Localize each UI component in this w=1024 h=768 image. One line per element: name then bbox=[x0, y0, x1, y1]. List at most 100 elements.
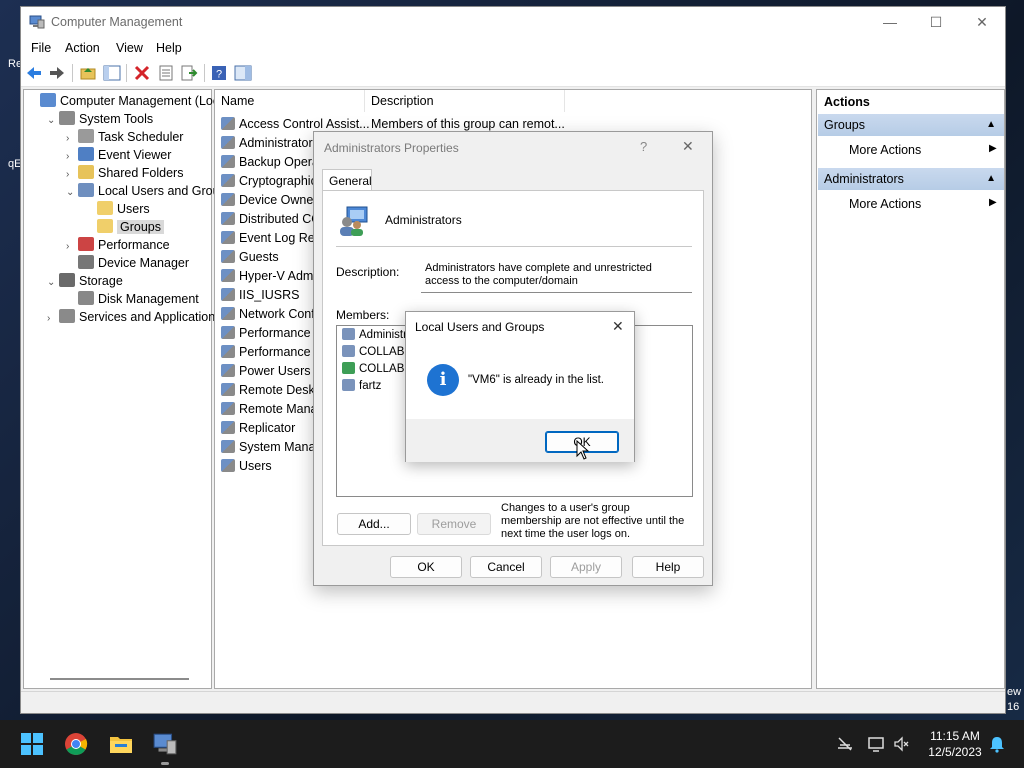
column-header-name[interactable]: Name bbox=[215, 90, 365, 112]
group-list-item[interactable]: Remote Manag bbox=[221, 400, 324, 419]
group-list-item[interactable]: System Manag bbox=[221, 438, 322, 457]
tree-item[interactable]: › Task Scheduler bbox=[66, 128, 183, 146]
group-name-cell: Performance L bbox=[239, 326, 321, 340]
group-name-cell: Cryptographic bbox=[239, 174, 317, 188]
tree-item[interactable]: Device Manager bbox=[66, 254, 189, 272]
group-list-item[interactable]: Replicator bbox=[221, 419, 295, 438]
tree-item[interactable]: Disk Management bbox=[66, 290, 199, 308]
tree-item-label: System Tools bbox=[79, 112, 154, 126]
group-list-item[interactable]: IIS_IUSRS bbox=[221, 286, 299, 305]
network-disconnected-icon[interactable] bbox=[836, 735, 854, 753]
tree-item[interactable]: ⌄ Local Users and Groups bbox=[66, 182, 233, 200]
expand-arrow-icon[interactable]: ⌄ bbox=[47, 274, 59, 292]
collapse-icon[interactable]: ▲ bbox=[986, 114, 996, 136]
separator-line bbox=[336, 246, 692, 247]
group-list-item[interactable]: Device Owners bbox=[221, 191, 324, 210]
group-list-item[interactable]: Hyper-V Admi bbox=[221, 267, 316, 286]
member-item[interactable]: COLLABN bbox=[342, 362, 413, 375]
computer-management-taskbar-icon[interactable] bbox=[152, 731, 178, 757]
taskbar: 11:15 AM 12/5/2023 bbox=[0, 720, 1024, 768]
export-list-icon[interactable] bbox=[180, 64, 198, 82]
expand-arrow-icon[interactable]: ⌄ bbox=[66, 184, 78, 202]
add-member-button[interactable]: Add... bbox=[337, 513, 411, 535]
group-list-item[interactable]: Cryptographic bbox=[221, 172, 317, 191]
group-list-item[interactable]: Performance M bbox=[221, 343, 324, 362]
tree-horizontal-scrollbar[interactable] bbox=[50, 678, 189, 680]
actions-header: Actions bbox=[818, 91, 1004, 113]
tools-icon bbox=[59, 111, 75, 125]
more-actions-administrators[interactable]: More Actions bbox=[849, 197, 921, 211]
windows-start-icon[interactable] bbox=[20, 732, 44, 756]
member-item[interactable]: fartz bbox=[342, 379, 381, 392]
group-list-item[interactable]: Event Log Rea bbox=[221, 229, 322, 248]
back-icon[interactable] bbox=[25, 64, 43, 82]
member-item[interactable]: Administra bbox=[342, 328, 413, 341]
menu-action[interactable]: Action bbox=[65, 41, 100, 55]
cancel-button[interactable]: Cancel bbox=[470, 556, 542, 578]
maximize-button[interactable]: ☐ bbox=[925, 11, 947, 33]
dialog-help-button[interactable]: ? bbox=[640, 139, 647, 154]
apply-button[interactable]: Apply bbox=[550, 556, 622, 578]
up-folder-icon[interactable] bbox=[79, 64, 97, 82]
tree-item-label: Performance bbox=[98, 238, 170, 252]
tree-item[interactable]: Computer Management (Local bbox=[28, 92, 229, 110]
help-button[interactable]: Help bbox=[632, 556, 704, 578]
group-list-item[interactable]: Remote Deskto bbox=[221, 381, 325, 400]
member-item[interactable]: COLLABN bbox=[342, 345, 413, 358]
disk-icon bbox=[78, 291, 94, 305]
group-name-cell: Users bbox=[239, 459, 272, 473]
tab-general[interactable]: General bbox=[322, 169, 372, 191]
actions-section-groups[interactable]: Groups ▲ bbox=[818, 114, 1004, 136]
forward-icon[interactable] bbox=[48, 64, 66, 82]
group-list-item[interactable]: Performance L bbox=[221, 324, 321, 343]
column-header-description[interactable]: Description bbox=[365, 90, 565, 112]
collapse-icon[interactable]: ▲ bbox=[986, 168, 996, 190]
minimize-button[interactable]: — bbox=[879, 11, 901, 33]
volume-muted-icon[interactable] bbox=[893, 735, 911, 753]
menu-view[interactable]: View bbox=[116, 41, 143, 55]
tree-item[interactable]: › Services and Applications bbox=[47, 308, 221, 326]
tree-item[interactable]: Users bbox=[85, 200, 150, 218]
group-list-item[interactable]: Power Users bbox=[221, 362, 311, 381]
file-explorer-icon[interactable] bbox=[108, 732, 134, 756]
description-field[interactable]: Administrators have complete and unrestr… bbox=[421, 259, 692, 293]
tree-item[interactable]: › Shared Folders bbox=[66, 164, 183, 182]
expand-arrow-icon[interactable]: ⌄ bbox=[47, 112, 59, 130]
notifications-bell-icon[interactable] bbox=[988, 735, 1006, 753]
tree-item[interactable]: ⌄ Storage bbox=[47, 272, 123, 290]
local-users-and-groups-message-box: Local Users and Groups ✕ i "VM6" is alre… bbox=[405, 311, 635, 462]
show-hide-tree-icon[interactable] bbox=[103, 64, 121, 82]
title-bar[interactable]: Computer Management — ☐ ✕ bbox=[21, 7, 1005, 37]
chrome-icon[interactable] bbox=[64, 732, 88, 756]
group-icon bbox=[221, 459, 235, 472]
collapse-arrow-icon[interactable]: › bbox=[47, 310, 59, 328]
help-icon[interactable]: ? bbox=[210, 64, 228, 82]
show-hide-action-pane-icon[interactable] bbox=[234, 64, 252, 82]
delete-icon[interactable] bbox=[133, 64, 151, 82]
menu-file[interactable]: File bbox=[31, 41, 51, 55]
tree-item[interactable]: › Event Viewer bbox=[66, 146, 171, 164]
tree-item[interactable]: › Performance bbox=[66, 236, 170, 254]
group-list-item[interactable]: Guests bbox=[221, 248, 279, 267]
group-list-item[interactable]: Users bbox=[221, 457, 272, 476]
clock[interactable]: 11:15 AM 12/5/2023 bbox=[918, 728, 992, 760]
actions-section-administrators[interactable]: Administrators ▲ bbox=[818, 168, 1004, 190]
close-button[interactable]: ✕ bbox=[971, 11, 993, 33]
dialog-close-button[interactable]: ✕ bbox=[682, 138, 694, 155]
window-title: Computer Management bbox=[51, 15, 183, 29]
group-name-cell: Administrators bbox=[239, 136, 319, 150]
group-list-item[interactable]: Administrators bbox=[221, 134, 319, 153]
tree-item[interactable]: Groups bbox=[85, 218, 164, 236]
properties-icon[interactable] bbox=[157, 64, 175, 82]
more-actions-groups[interactable]: More Actions bbox=[849, 143, 921, 157]
group-list-item[interactable]: Backup Operat bbox=[221, 153, 322, 172]
display-icon[interactable] bbox=[868, 735, 886, 753]
menu-help[interactable]: Help bbox=[156, 41, 182, 55]
ok-button[interactable]: OK bbox=[390, 556, 462, 578]
group-icon bbox=[221, 383, 235, 396]
message-box-close-button[interactable]: ✕ bbox=[612, 318, 624, 335]
remove-member-button[interactable]: Remove bbox=[417, 513, 491, 535]
group-list-item[interactable]: Network Confi bbox=[221, 305, 318, 324]
group-list-item[interactable]: Distributed CO bbox=[221, 210, 321, 229]
tree-item[interactable]: ⌄ System Tools bbox=[47, 110, 153, 128]
